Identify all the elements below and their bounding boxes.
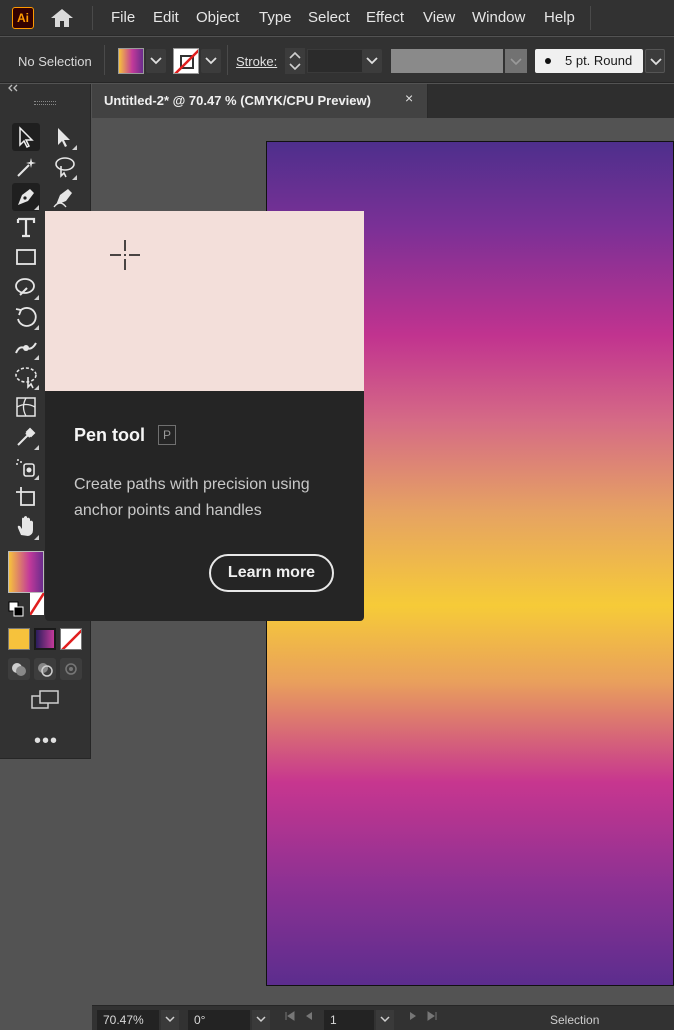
type-tool-icon[interactable] xyxy=(12,213,40,241)
draw-inside-icon[interactable] xyxy=(60,658,82,680)
previous-artboard-icon[interactable] xyxy=(304,1011,314,1024)
rotation-dropdown[interactable] xyxy=(252,1010,270,1030)
brush-dot-icon xyxy=(545,58,551,64)
illustrator-logo: Ai xyxy=(12,7,34,29)
menu-file[interactable]: File xyxy=(111,9,135,27)
chevron-down-icon xyxy=(366,57,378,65)
selection-tool-icon[interactable] xyxy=(12,123,40,151)
chevron-down-icon xyxy=(650,58,662,66)
stroke-color-dropdown[interactable] xyxy=(201,49,221,73)
magic-wand-tool-icon[interactable] xyxy=(12,153,40,181)
home-icon[interactable] xyxy=(48,6,76,30)
rotate-tool-icon[interactable] xyxy=(12,303,40,331)
menu-divider xyxy=(92,6,93,30)
shaper-tool-icon[interactable] xyxy=(12,273,40,301)
menu-object[interactable]: Object xyxy=(196,9,239,27)
screen-mode-icon[interactable] xyxy=(30,688,62,712)
chevron-down-icon xyxy=(205,57,217,65)
tooltip-preview-panel xyxy=(45,211,364,391)
learn-more-button[interactable]: Learn more xyxy=(209,554,334,592)
pen-crosshair-icon xyxy=(108,238,142,272)
menu-type[interactable]: Type xyxy=(259,9,292,27)
zoom-dropdown[interactable] xyxy=(161,1010,179,1030)
rectangle-tool-icon[interactable] xyxy=(12,243,40,271)
artboard-tool-icon[interactable] xyxy=(12,483,40,511)
menu-help[interactable]: Help xyxy=(544,9,575,27)
collapse-panel-icon[interactable] xyxy=(8,84,18,95)
document-tab-title[interactable]: Untitled-2* @ 70.47 % (CMYK/CPU Preview) xyxy=(104,93,371,108)
width-tool-icon[interactable] xyxy=(12,333,40,361)
first-artboard-icon[interactable] xyxy=(284,1011,296,1024)
menu-view[interactable]: View xyxy=(423,9,455,27)
close-icon[interactable]: × xyxy=(405,90,413,106)
stroke-weight-stepper[interactable] xyxy=(285,48,305,74)
tooltip-description: Create paths with precision using anchor… xyxy=(74,476,310,519)
default-fill-stroke-icon[interactable] xyxy=(8,601,24,617)
stroke-color-box[interactable] xyxy=(30,593,44,615)
hand-tool-icon[interactable] xyxy=(12,513,40,541)
chevron-down-icon xyxy=(150,57,162,65)
menu-edit[interactable]: Edit xyxy=(153,9,179,27)
chevron-down-icon xyxy=(165,1016,175,1023)
next-artboard-icon[interactable] xyxy=(408,1011,418,1024)
tooltip-title: Pen tool xyxy=(74,425,145,445)
mesh-tool-icon[interactable] xyxy=(12,393,40,421)
symbol-sprayer-tool-icon[interactable] xyxy=(12,453,40,481)
edit-toolbar-button[interactable]: ••• xyxy=(34,730,58,753)
eyedropper-tool-icon[interactable] xyxy=(12,423,40,451)
chevron-down-icon xyxy=(510,58,522,66)
stroke-weight-dropdown[interactable] xyxy=(362,49,382,73)
stroke-color-swatch[interactable] xyxy=(173,48,199,74)
pen-tool-icon[interactable] xyxy=(12,183,40,211)
fill-color-box[interactable] xyxy=(8,551,44,593)
fill-color-swatch[interactable] xyxy=(118,48,144,74)
lasso-tool-icon[interactable] xyxy=(50,153,78,181)
artboard-number-field[interactable]: 1 xyxy=(324,1010,374,1030)
artboard-number-dropdown[interactable] xyxy=(376,1010,394,1030)
variable-width-profile xyxy=(391,49,503,73)
direct-selection-tool-icon[interactable] xyxy=(50,123,78,151)
menu-select[interactable]: Select xyxy=(308,9,350,27)
current-tool-status[interactable]: Selection xyxy=(550,1013,599,1027)
last-artboard-icon[interactable] xyxy=(426,1011,438,1024)
control-divider xyxy=(227,45,228,75)
panel-grip[interactable] xyxy=(34,101,56,105)
brush-definition-field[interactable]: 5 pt. Round xyxy=(535,49,643,73)
zoom-field[interactable]: 70.47% xyxy=(97,1010,159,1030)
chevron-down-icon xyxy=(256,1016,266,1023)
menu-effect[interactable]: Effect xyxy=(366,9,404,27)
gradient-mode-button[interactable] xyxy=(34,628,56,650)
stroke-weight-input[interactable] xyxy=(307,49,363,73)
draw-behind-icon[interactable] xyxy=(34,658,56,680)
rotation-field[interactable]: 0° xyxy=(188,1010,250,1030)
menu-divider xyxy=(590,6,591,30)
variable-width-dropdown xyxy=(505,49,527,73)
stroke-label[interactable]: Stroke: xyxy=(236,54,277,69)
selection-status: No Selection xyxy=(18,54,92,69)
color-mode-button[interactable] xyxy=(8,628,30,650)
free-transform-tool-icon[interactable] xyxy=(12,363,40,391)
tooltip-shortcut-key: P xyxy=(158,425,176,445)
brush-definition-dropdown[interactable] xyxy=(645,49,665,73)
control-divider xyxy=(104,45,105,75)
none-mode-button[interactable] xyxy=(60,628,82,650)
menu-window[interactable]: Window xyxy=(472,9,525,27)
curvature-tool-icon[interactable] xyxy=(50,183,78,211)
chevron-down-icon xyxy=(380,1016,390,1023)
fill-dropdown[interactable] xyxy=(146,49,166,73)
draw-normal-icon[interactable] xyxy=(8,658,30,680)
